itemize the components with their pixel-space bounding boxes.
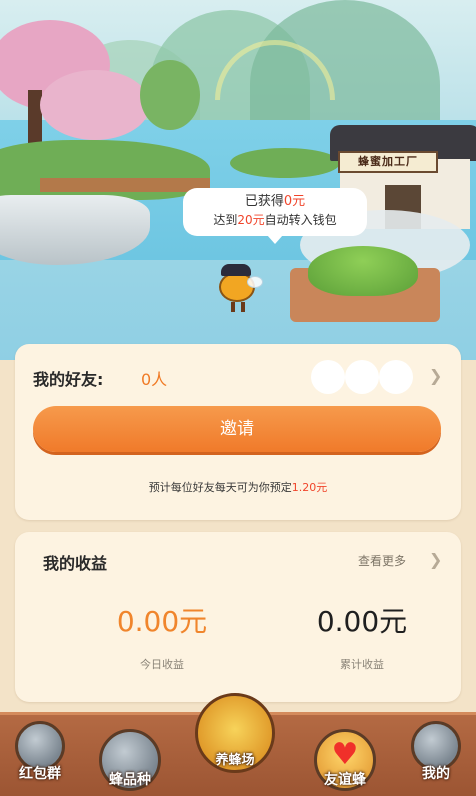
- total-earnings-label: 累计收益: [340, 658, 384, 671]
- bubble-threshold-suffix: 自动转入钱包: [264, 213, 337, 227]
- bubble-earned-label: 已获得: [244, 194, 284, 209]
- cherry-tree: [40, 70, 150, 140]
- floating-island-center: [230, 148, 340, 178]
- nav-label: 红包群: [19, 766, 61, 782]
- nav-item-friendship-bee[interactable]: ♥ 友谊蜂: [300, 715, 390, 796]
- game-scene: 蜂蜜加工厂 已获得0元 达到20元自动转入钱包: [0, 0, 476, 360]
- earnings-title: 我的收益: [43, 554, 108, 573]
- estimate-text: 预计每位好友每天可为你预定1.20元: [15, 479, 461, 495]
- nav-item-bee-species[interactable]: 蜂品种: [80, 715, 180, 796]
- friend-avatar-placeholder[interactable]: [379, 360, 413, 394]
- bubble-threshold-value: 20元: [237, 213, 265, 227]
- bubble-line-earned: 已获得0元: [183, 193, 367, 211]
- estimate-prefix: 预计每位好友每天可为你预定: [148, 481, 292, 494]
- bee-leg: [231, 302, 235, 312]
- today-earnings-label: 今日收益: [140, 658, 184, 671]
- earnings-bubble: 已获得0元 达到20元自动转入钱包: [183, 188, 367, 244]
- bubble-line-threshold: 达到20元自动转入钱包: [183, 211, 367, 229]
- view-more-link[interactable]: 查看更多: [358, 552, 406, 569]
- grass-island[interactable]: [290, 246, 440, 322]
- nav-item-mine[interactable]: 我的: [396, 715, 476, 796]
- earnings-card: 我的收益 查看更多 ❯ 0.00元 0.00元 今日收益 累计收益: [15, 532, 461, 702]
- nav-item-red-packet-group[interactable]: 红包群: [0, 715, 80, 796]
- nav-label: 蜂品种: [109, 772, 151, 788]
- grass-mound: [308, 246, 418, 296]
- nav-label: 养蜂场: [215, 753, 255, 768]
- friends-card: 我的好友: 0人 ❯ 邀请 预计每位好友每天可为你预定1.20元: [15, 344, 461, 520]
- bee-wing: [247, 276, 263, 288]
- bubble-earned-value: 0元: [283, 194, 306, 209]
- bee-hat: [221, 264, 251, 276]
- chevron-right-icon[interactable]: ❯: [429, 550, 442, 569]
- nav-item-apiary[interactable]: 养蜂场: [180, 693, 290, 796]
- friend-avatar-placeholder[interactable]: [311, 360, 345, 394]
- bee-character[interactable]: [213, 262, 265, 314]
- heart-icon: ♥: [331, 737, 359, 772]
- bottom-nav: 红包群 蜂品种 养蜂场 ♥ 友谊蜂 我的: [0, 693, 476, 796]
- willow-tree: [140, 60, 200, 130]
- estimate-value: 1.20元: [291, 481, 328, 494]
- nav-label: 我的: [422, 766, 450, 782]
- friends-label: 我的好友:: [33, 370, 104, 389]
- invite-button[interactable]: 邀请: [33, 406, 441, 452]
- total-earnings-value: 0.00元: [316, 605, 408, 638]
- factory-sign: 蜂蜜加工厂: [338, 151, 438, 173]
- nav-label: 友谊蜂: [324, 772, 366, 788]
- bee-leg: [241, 302, 245, 312]
- friend-avatar-placeholder[interactable]: [345, 360, 379, 394]
- bubble-threshold-prefix: 达到: [213, 213, 238, 227]
- chevron-right-icon[interactable]: ❯: [429, 366, 442, 385]
- wooden-bridge: [40, 178, 210, 192]
- today-earnings-value: 0.00元: [116, 605, 208, 638]
- friends-count: 0人: [141, 370, 168, 389]
